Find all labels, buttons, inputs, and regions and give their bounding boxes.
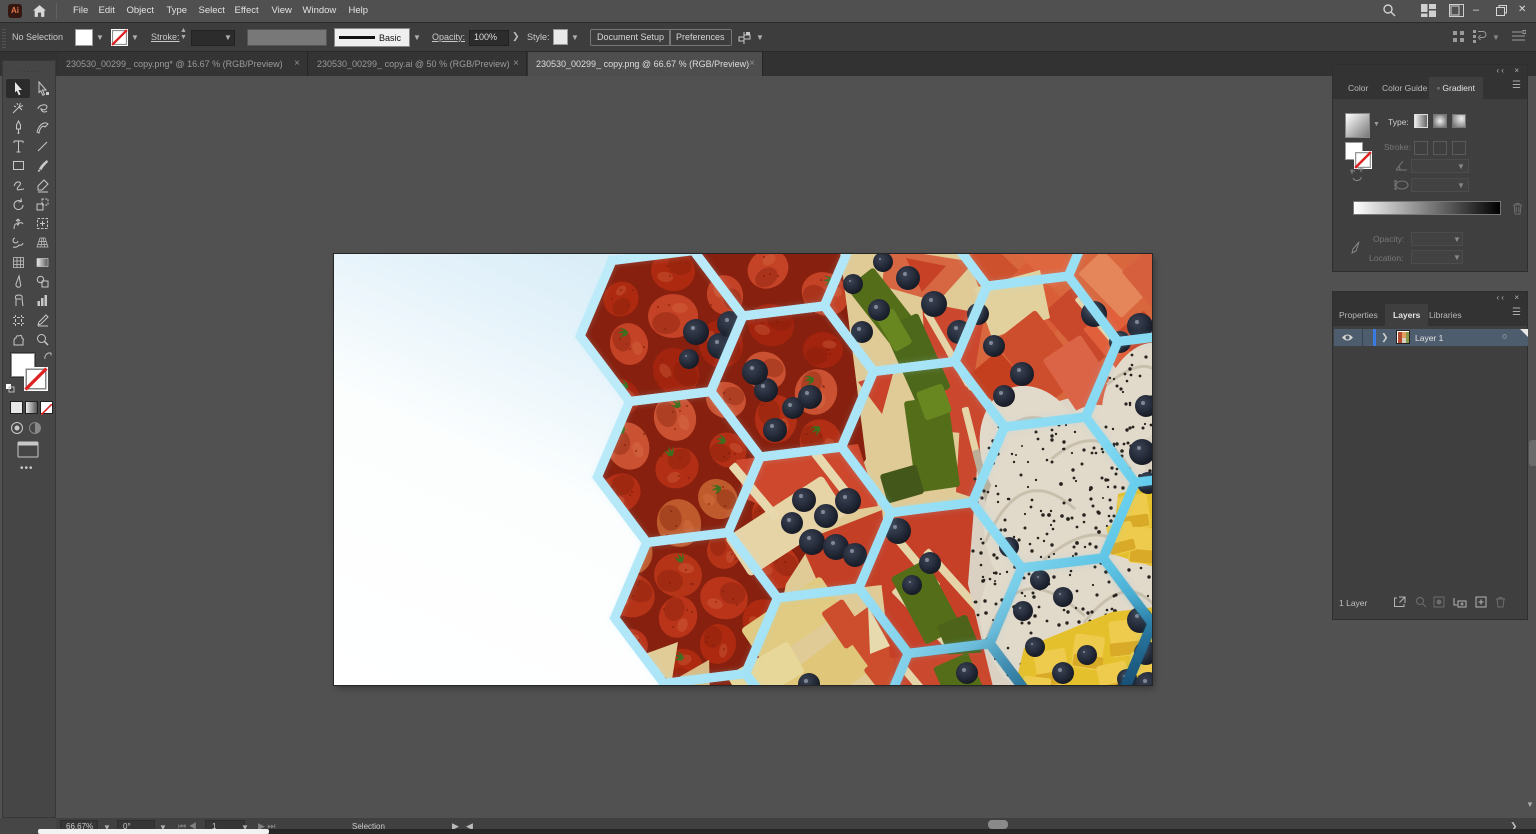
svg-text:Basic: Basic (379, 33, 402, 43)
